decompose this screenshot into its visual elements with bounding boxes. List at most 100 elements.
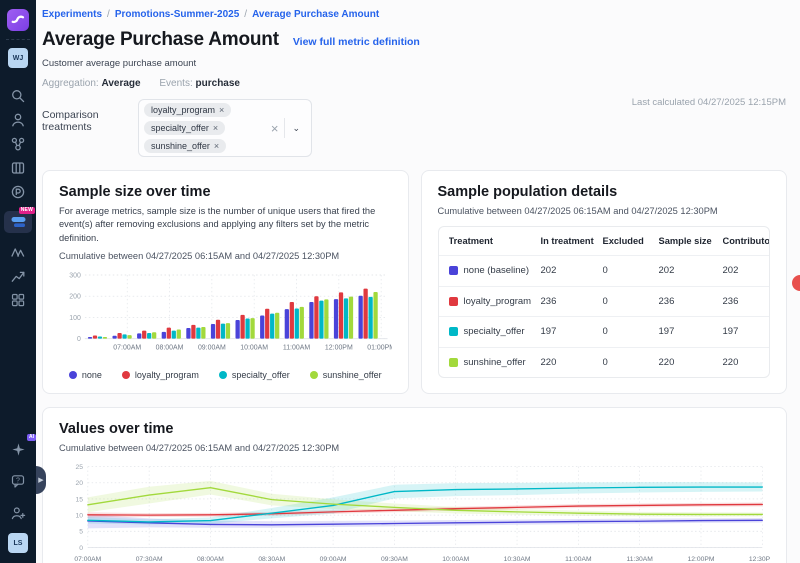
contributors-value: 197	[723, 326, 770, 337]
column-header: Contributors	[723, 236, 770, 246]
treatment-name: sunshine_offer	[464, 357, 526, 368]
treatment-chip[interactable]: loyalty_program×	[144, 103, 231, 117]
in-treatment-value: 202	[541, 265, 603, 276]
svg-text:07:00AM: 07:00AM	[74, 556, 101, 563]
svg-text:01:00PM: 01:00PM	[367, 345, 391, 352]
table-row: none (baseline)2020202202	[439, 255, 770, 286]
treatment-name: specialty_offer	[464, 326, 525, 337]
experiments-icon-selected[interactable]: NEW	[4, 210, 32, 234]
aggregation-value: Average	[102, 78, 141, 89]
svg-text:15: 15	[76, 496, 84, 503]
metric-subtitle: Customer average purchase amount	[42, 58, 787, 69]
svg-text:09:00AM: 09:00AM	[198, 345, 226, 352]
legend-item[interactable]: none	[69, 370, 102, 380]
help-icon[interactable]: ?	[4, 469, 32, 493]
contributors-value: 202	[723, 265, 770, 276]
population-table: TreatmentIn treatmentExcludedSample size…	[438, 226, 771, 378]
table-header-row: TreatmentIn treatmentExcludedSample size…	[439, 227, 770, 255]
values-line-chart: 051015202507:00AM07:30AM08:00AM08:30AM09…	[59, 459, 770, 563]
svg-text:20: 20	[76, 480, 84, 487]
sample-size-bar-chart: 010020030007:00AM08:00AM09:00AM10:00AM11…	[59, 269, 392, 366]
legend-dot	[310, 371, 318, 379]
clear-all-icon[interactable]: ×	[265, 121, 285, 136]
svg-text:07:30AM: 07:30AM	[136, 556, 163, 563]
aggregation-label: Aggregation:	[42, 78, 99, 89]
legend-dot	[122, 371, 130, 379]
dashboards-icon[interactable]	[4, 288, 32, 312]
bar-chart-legend: none loyalty_program specialty_offer sunshi…	[59, 370, 392, 380]
svg-text:25: 25	[76, 464, 84, 471]
chip-remove-icon[interactable]: ×	[219, 105, 224, 115]
contributors-value: 220	[723, 357, 770, 368]
workspace-avatar[interactable]: WJ	[8, 48, 28, 68]
main-content: Experiments/Promotions-Summer-2025/Avera…	[36, 0, 800, 563]
treatment-color-swatch	[449, 327, 458, 336]
autotune-icon[interactable]	[4, 240, 32, 264]
ai-assistant-icon[interactable]: AI	[4, 437, 32, 461]
treatment-chips: loyalty_program× specialty_offer× sunshine…	[144, 103, 265, 153]
users-icon[interactable]	[4, 108, 32, 132]
values-cumulative: Cumulative between 04/27/2025 06:15AM an…	[59, 443, 770, 453]
column-header: Sample size	[659, 236, 723, 246]
view-metric-definition-link[interactable]: View full metric definition	[293, 36, 420, 48]
pulse-icon[interactable]	[4, 180, 32, 204]
svg-text:11:30AM: 11:30AM	[626, 556, 653, 563]
svg-text:10:30AM: 10:30AM	[504, 556, 531, 563]
svg-text:?: ?	[16, 477, 20, 484]
events-value: purchase	[196, 78, 240, 89]
statsig-logo-icon[interactable]	[7, 9, 29, 31]
aggregation-row: Aggregation: Average Events: purchase	[42, 78, 787, 89]
population-cumulative: Cumulative between 04/27/2025 06:15AM an…	[438, 206, 771, 216]
svg-text:300: 300	[69, 273, 81, 280]
in-treatment-value: 236	[541, 296, 603, 307]
new-badge: NEW	[19, 207, 35, 214]
svg-text:12:30PM: 12:30PM	[749, 556, 770, 563]
treatment-chip[interactable]: specialty_offer×	[144, 121, 225, 135]
invite-user-icon[interactable]	[4, 501, 32, 525]
segments-icon[interactable]	[4, 156, 32, 180]
ai-badge: AI	[27, 434, 36, 441]
legend-dot	[219, 371, 227, 379]
svg-text:12:00PM: 12:00PM	[325, 345, 353, 352]
chip-remove-icon[interactable]: ×	[213, 123, 218, 133]
search-icon[interactable]	[4, 84, 32, 108]
sidebar-divider	[6, 39, 30, 40]
column-header: In treatment	[541, 236, 603, 246]
legend-item[interactable]: sunshine_offer	[310, 370, 382, 380]
excluded-value: 0	[603, 357, 659, 368]
legend-item[interactable]: specialty_offer	[219, 370, 290, 380]
values-title: Values over time	[59, 421, 770, 437]
svg-text:08:00AM: 08:00AM	[156, 345, 184, 352]
treatment-multiselect[interactable]: loyalty_program× specialty_offer× sunshine…	[138, 99, 312, 157]
svg-text:12:00PM: 12:00PM	[688, 556, 715, 563]
treatment-chip[interactable]: sunshine_offer×	[144, 139, 226, 153]
svg-text:09:30AM: 09:30AM	[381, 556, 408, 563]
sample-size-value: 236	[659, 296, 723, 307]
breadcrumb-metric-name[interactable]: Average Purchase Amount	[252, 9, 379, 20]
chevron-down-icon[interactable]: ⌄	[285, 123, 307, 134]
sidebar: WJ NEW	[0, 0, 36, 563]
treatment-name: none (baseline)	[464, 265, 530, 276]
user-avatar[interactable]: LS	[8, 533, 28, 553]
legend-item[interactable]: loyalty_program	[122, 370, 199, 380]
excluded-value: 0	[603, 265, 659, 276]
svg-text:11:00AM: 11:00AM	[283, 345, 311, 352]
svg-text:10:00AM: 10:00AM	[240, 345, 268, 352]
breadcrumb-experiments[interactable]: Experiments	[42, 9, 102, 20]
svg-text:09:00AM: 09:00AM	[320, 556, 347, 563]
last-calculated: Last calculated 04/27/2025 12:15PM	[632, 97, 786, 108]
sample-size-value: 197	[659, 326, 723, 337]
breadcrumb-experiment-name[interactable]: Promotions-Summer-2025	[115, 9, 239, 20]
sample-size-value: 202	[659, 265, 723, 276]
metrics-icon[interactable]	[4, 264, 32, 288]
breadcrumb: Experiments/Promotions-Summer-2025/Avera…	[42, 0, 787, 20]
chip-remove-icon[interactable]: ×	[214, 141, 219, 151]
column-header: Excluded	[603, 236, 659, 246]
table-row: sunshine_offer2200220220	[439, 347, 770, 378]
sample-size-cumulative: Cumulative between 04/27/2025 06:15AM an…	[59, 251, 392, 261]
in-treatment-value: 197	[541, 326, 603, 337]
feature-gates-icon[interactable]	[4, 132, 32, 156]
events-label: Events:	[159, 78, 192, 89]
excluded-value: 0	[603, 296, 659, 307]
column-header: Treatment	[449, 236, 541, 246]
